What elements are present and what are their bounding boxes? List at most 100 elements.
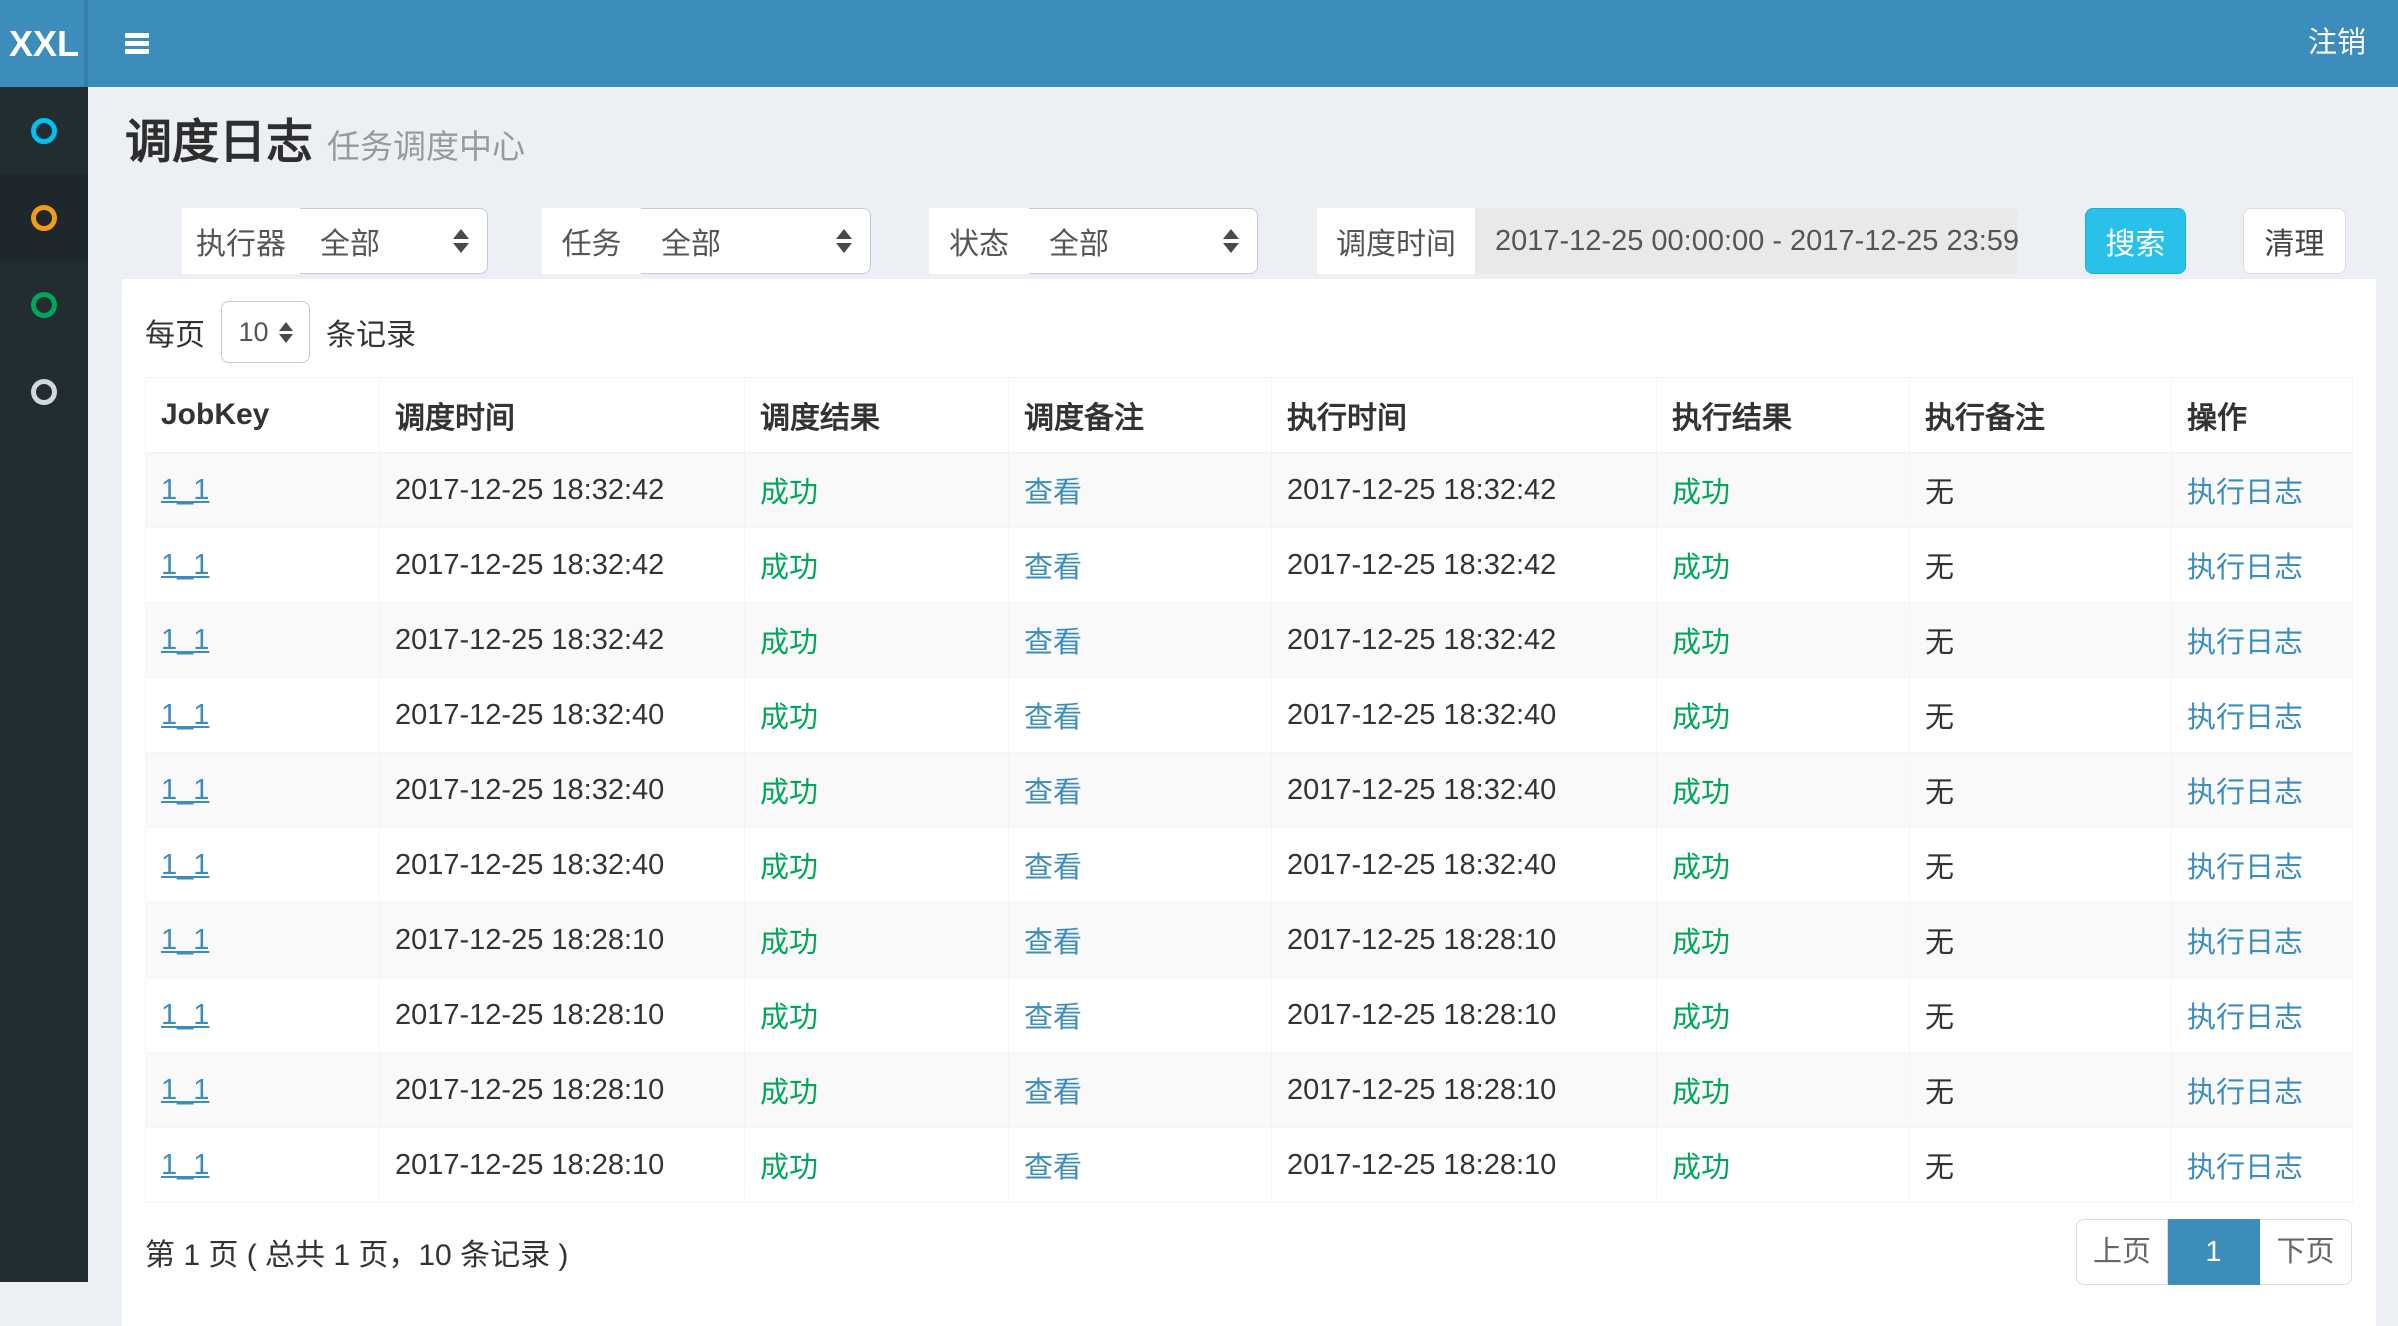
- logout-link[interactable]: 注销: [2276, 0, 2398, 87]
- handle-result: 成功: [1672, 477, 1730, 509]
- trigger-result: 成功: [760, 1152, 818, 1184]
- exec-log-link[interactable]: 执行日志: [2187, 852, 2303, 884]
- handle-msg: 无: [1925, 702, 1954, 734]
- column-header: 执行时间: [1272, 378, 1657, 453]
- trigger-msg-link[interactable]: 查看: [1024, 552, 1082, 584]
- column-header: JobKey: [146, 378, 380, 453]
- app-logo[interactable]: XXL: [0, 0, 88, 87]
- exec-log-link[interactable]: 执行日志: [2187, 552, 2303, 584]
- handle-result: 成功: [1672, 777, 1730, 809]
- job-key-link[interactable]: 1_1: [161, 1149, 209, 1181]
- trigger-result: 成功: [760, 852, 818, 884]
- job-key-link[interactable]: 1_1: [161, 1074, 209, 1106]
- handle-result: 成功: [1672, 927, 1730, 959]
- sidebar-item-1[interactable]: [0, 87, 88, 174]
- job-label: 任务: [542, 208, 641, 274]
- page-title-text: 调度日志: [125, 115, 313, 168]
- handle-msg: 无: [1925, 1152, 1954, 1184]
- handle-time: 2017-12-25 18:32:42: [1287, 624, 1556, 656]
- job-key-link[interactable]: 1_1: [161, 999, 209, 1031]
- exec-log-link[interactable]: 执行日志: [2187, 1002, 2303, 1034]
- handle-result: 成功: [1672, 1002, 1730, 1034]
- trigger-msg-link[interactable]: 查看: [1024, 1152, 1082, 1184]
- trigger-result: 成功: [760, 552, 818, 584]
- executor-label: 执行器: [182, 208, 300, 274]
- job-key-link[interactable]: 1_1: [161, 924, 209, 956]
- exec-log-link[interactable]: 执行日志: [2187, 1077, 2303, 1109]
- pagesize-select-value: 10: [238, 317, 268, 348]
- job-key-link[interactable]: 1_1: [161, 774, 209, 806]
- pagesize-row: 每页 10 条记录: [122, 279, 2376, 363]
- trigger-time-range-input[interactable]: 2017-12-25 00:00:00 - 2017-12-25 23:59:5…: [1475, 208, 2018, 274]
- exec-log-link[interactable]: 执行日志: [2187, 927, 2303, 959]
- executor-select-value: 全部: [320, 219, 441, 263]
- top-navbar: XXL 注销: [0, 0, 2398, 87]
- main-content: 调度日志任务调度中心 执行器 全部 任务 全部 状态 全部: [88, 87, 2398, 1282]
- handle-msg: 无: [1925, 852, 1954, 884]
- handle-msg: 无: [1925, 927, 1954, 959]
- current-page-button[interactable]: 1: [2168, 1219, 2260, 1285]
- exec-log-link[interactable]: 执行日志: [2187, 627, 2303, 659]
- job-key-link[interactable]: 1_1: [161, 624, 209, 656]
- trigger-time-label: 调度时间: [1317, 208, 1475, 274]
- sidebar-toggle-button[interactable]: [125, 0, 149, 87]
- job-select[interactable]: 全部: [641, 208, 871, 274]
- executor-select[interactable]: 全部: [300, 208, 488, 274]
- handle-result: 成功: [1672, 627, 1730, 659]
- sidebar-item-3[interactable]: [0, 261, 88, 348]
- trigger-msg-link[interactable]: 查看: [1024, 477, 1082, 509]
- next-page-button[interactable]: 下页: [2260, 1219, 2352, 1285]
- trigger-msg-link[interactable]: 查看: [1024, 627, 1082, 659]
- trigger-time: 2017-12-25 18:32:40: [395, 774, 664, 806]
- filter-bar: 执行器 全部 任务 全部 状态 全部: [182, 208, 2346, 274]
- select-arrows-icon: [279, 322, 293, 343]
- job-key-link[interactable]: 1_1: [161, 549, 209, 581]
- trigger-msg-link[interactable]: 查看: [1024, 852, 1082, 884]
- exec-log-link[interactable]: 执行日志: [2187, 702, 2303, 734]
- sidebar-item-2[interactable]: [0, 174, 88, 261]
- table-row: 1_12017-12-25 18:32:42成功查看2017-12-25 18:…: [146, 453, 2353, 528]
- job-key-link[interactable]: 1_1: [161, 849, 209, 881]
- trigger-time-range-value: 2017-12-25 00:00:00 - 2017-12-25 23:59:5…: [1495, 225, 2018, 258]
- trigger-time-filter-group: 调度时间 2017-12-25 00:00:00 - 2017-12-25 23…: [1317, 208, 2018, 274]
- status-select[interactable]: 全部: [1029, 208, 1258, 274]
- pagesize-suffix-label: 条记录: [326, 310, 416, 354]
- handle-msg: 无: [1925, 552, 1954, 584]
- handle-msg: 无: [1925, 477, 1954, 509]
- trigger-msg-link[interactable]: 查看: [1024, 777, 1082, 809]
- table-row: 1_12017-12-25 18:32:40成功查看2017-12-25 18:…: [146, 678, 2353, 753]
- trigger-msg-link[interactable]: 查看: [1024, 702, 1082, 734]
- handle-msg: 无: [1925, 1002, 1954, 1034]
- status-select-value: 全部: [1049, 219, 1211, 263]
- exec-log-link[interactable]: 执行日志: [2187, 777, 2303, 809]
- handle-time: 2017-12-25 18:28:10: [1287, 1074, 1556, 1106]
- table-row: 1_12017-12-25 18:28:10成功查看2017-12-25 18:…: [146, 1128, 2353, 1203]
- trigger-msg-link[interactable]: 查看: [1024, 1077, 1082, 1109]
- pagesize-prefix-label: 每页: [145, 310, 205, 354]
- prev-page-button[interactable]: 上页: [2076, 1219, 2168, 1285]
- table-row: 1_12017-12-25 18:28:10成功查看2017-12-25 18:…: [146, 903, 2353, 978]
- table-row: 1_12017-12-25 18:32:42成功查看2017-12-25 18:…: [146, 528, 2353, 603]
- pagination: 上页 1 下页: [2076, 1219, 2352, 1285]
- sidebar-item-4[interactable]: [0, 348, 88, 435]
- handle-msg: 无: [1925, 1077, 1954, 1109]
- trigger-time: 2017-12-25 18:28:10: [395, 924, 664, 956]
- job-key-link[interactable]: 1_1: [161, 699, 209, 731]
- exec-log-link[interactable]: 执行日志: [2187, 1152, 2303, 1184]
- job-key-link[interactable]: 1_1: [161, 474, 209, 506]
- search-button[interactable]: 搜索: [2085, 208, 2186, 274]
- table-row: 1_12017-12-25 18:32:40成功查看2017-12-25 18:…: [146, 828, 2353, 903]
- select-arrows-icon: [453, 229, 469, 253]
- sidebar: [0, 87, 88, 1282]
- handle-result: 成功: [1672, 852, 1730, 884]
- trigger-msg-link[interactable]: 查看: [1024, 927, 1082, 959]
- clear-button[interactable]: 清理: [2243, 208, 2346, 274]
- handle-msg: 无: [1925, 777, 1954, 809]
- pagesize-select[interactable]: 10: [221, 301, 310, 363]
- job-select-value: 全部: [661, 219, 824, 263]
- table-header-row: JobKey调度时间调度结果调度备注执行时间执行结果执行备注操作: [146, 378, 2353, 453]
- trigger-time: 2017-12-25 18:32:42: [395, 624, 664, 656]
- trigger-result: 成功: [760, 627, 818, 659]
- exec-log-link[interactable]: 执行日志: [2187, 477, 2303, 509]
- trigger-msg-link[interactable]: 查看: [1024, 1002, 1082, 1034]
